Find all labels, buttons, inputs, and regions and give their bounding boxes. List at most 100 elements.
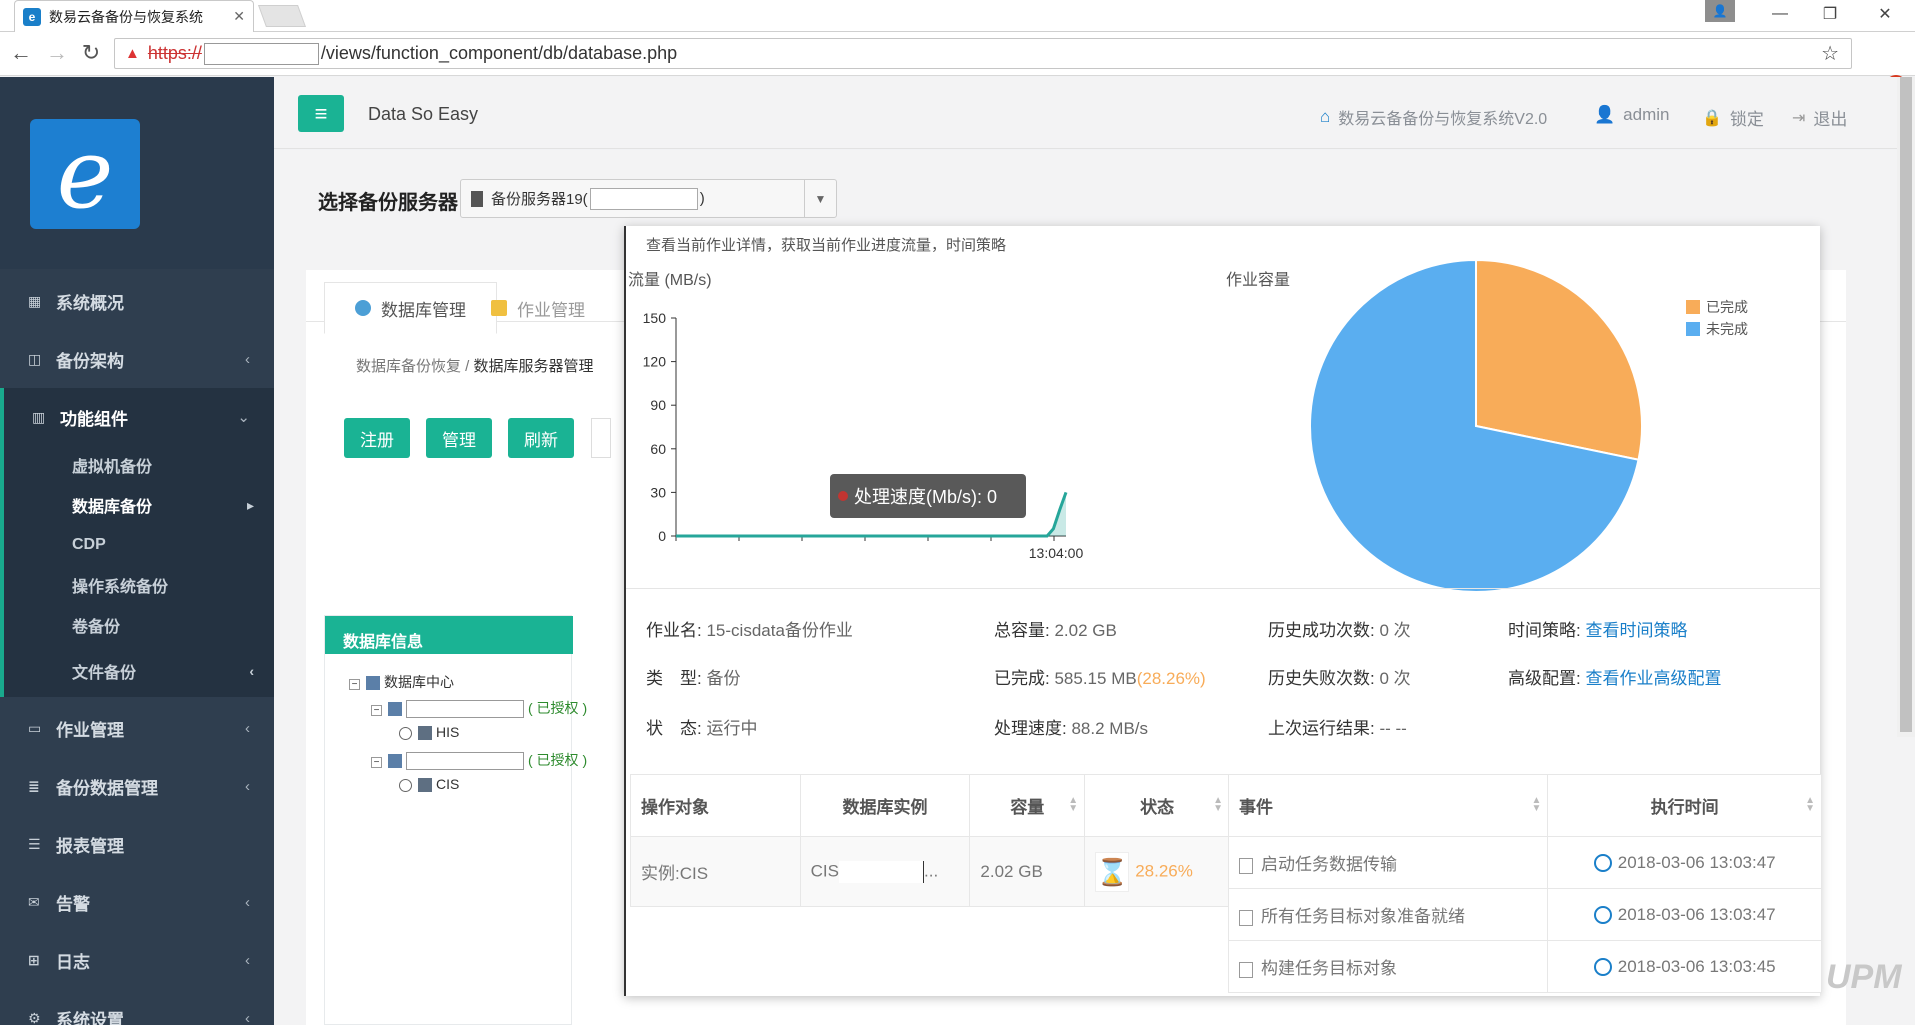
sidebar-item-jobs[interactable]: ▭ 作业管理 ‹	[0, 699, 274, 757]
server-node-icon	[388, 702, 402, 717]
legend-item-undone[interactable]: 未完成	[1686, 318, 1748, 340]
breadcrumb-parent[interactable]: 数据库备份恢复 /	[356, 358, 469, 375]
refresh-button[interactable]: 刷新	[508, 418, 574, 458]
table-icon: ⊞	[28, 951, 40, 968]
legend-item-done[interactable]: 已完成	[1686, 296, 1748, 318]
instance-radio[interactable]	[399, 778, 412, 792]
sort-icon[interactable]: ▲ ▼	[1068, 796, 1078, 814]
browser-user-icon[interactable]: 👤	[1705, 0, 1735, 22]
instance-radio[interactable]	[399, 726, 412, 740]
restore-icon[interactable]: ❐	[1810, 0, 1850, 28]
forward-icon[interactable]: →	[44, 40, 70, 66]
sort-icon[interactable]: ▲ ▼	[1805, 796, 1815, 814]
sidebar-sub-db-backup[interactable]: 数据库备份 ▸	[0, 485, 274, 525]
job-speed: 处理速度: 88.2 MB/s	[994, 714, 1148, 739]
back-icon[interactable]: ←	[8, 40, 34, 66]
sidebar-item-label: 系统概况	[56, 293, 124, 313]
tree-node-server[interactable]: − ( 已授权 )	[349, 750, 587, 776]
menu-toggle-button[interactable]: ≡	[298, 95, 344, 132]
y-tick-label: 90	[650, 397, 666, 413]
tab-title: 数易云备备份与恢复系统	[49, 8, 203, 25]
sidebar-item-logs[interactable]: ⊞ 日志 ‹	[0, 931, 274, 989]
server-select[interactable]: 备份服务器19( ) ▼	[460, 179, 837, 218]
instance-name: CIS	[810, 860, 839, 880]
tab-close-icon[interactable]: ✕	[233, 8, 245, 25]
collapse-icon[interactable]: −	[349, 679, 360, 690]
col-header[interactable]: 事件 ▲ ▼	[1227, 774, 1549, 837]
tab-job-manage[interactable]: 作业管理	[461, 282, 615, 334]
advanced-config-link[interactable]: 查看作业高级配置	[1585, 669, 1721, 688]
col-header[interactable]: 数据库实例	[799, 774, 971, 837]
chart-tooltip: 处理速度(Mb/s): 0	[830, 474, 1026, 518]
logout-link[interactable]: ⇥ 退出	[1792, 105, 1847, 130]
grid-icon: ▦	[28, 292, 42, 309]
sort-icon[interactable]: ▲ ▼	[1213, 796, 1223, 814]
sidebar-item-backup-data[interactable]: ≣ 备份数据管理 ‹	[0, 757, 274, 815]
system-link[interactable]: ⌂ 数易云备备份与恢复系统V2.0	[1320, 105, 1547, 129]
url-field[interactable]: ▲ https:// /views/function_component/db/…	[114, 38, 1852, 69]
col-header[interactable]: 操作对象	[630, 774, 801, 837]
tree-root[interactable]: − 数据库中心	[349, 672, 587, 698]
col-header[interactable]: 状态 ▲ ▼	[1084, 774, 1230, 837]
collapse-icon[interactable]: −	[371, 757, 382, 768]
dropdown-arrow-icon[interactable]: ▼	[804, 180, 836, 217]
col-header[interactable]: 执行时间 ▲ ▼	[1547, 774, 1822, 837]
sidebar-item-settings[interactable]: ⚙ 系统设置 ‹	[0, 989, 274, 1025]
status-percent: 28.26%	[1135, 860, 1193, 880]
job-detail-popup: 查看当前作业详情，获取当前作业进度流量，时间策略 流量 (MB/s) 作业容量 …	[624, 226, 1822, 996]
browser-tab[interactable]: e 数易云备备份与恢复系统 ✕	[14, 0, 254, 32]
minimize-icon[interactable]: —	[1760, 0, 1800, 28]
cell-size: 2.02 GB	[969, 836, 1086, 907]
user-link[interactable]: 👤 admin	[1594, 105, 1669, 125]
new-tab-button[interactable]	[257, 5, 307, 27]
col-header-label: 状态	[1140, 798, 1175, 817]
chevron-left-icon: ‹	[245, 1009, 250, 1025]
lock-link[interactable]: 🔒 锁定	[1702, 105, 1764, 130]
manage-button[interactable]: 管理	[426, 418, 492, 458]
tree-node-instance[interactable]: HIS	[349, 724, 587, 750]
sidebar-sub-file-backup[interactable]: 文件备份 ‹	[0, 645, 274, 697]
table-row[interactable]: 实例:CIS CIS... 2.02 GB ⌛ 28.26%	[630, 836, 1230, 907]
sidebar-item-components[interactable]: ▥ 功能组件 ⌄	[0, 388, 274, 446]
register-button[interactable]: 注册	[344, 418, 410, 458]
time-label: 2018-03-06 13:03:45	[1617, 956, 1776, 976]
instance-label: HIS	[436, 724, 460, 740]
pie-slice-0[interactable]	[1475, 258, 1643, 461]
table-row[interactable]: 所有任务目标对象准备就绪 2018-03-06 13:03:47	[1227, 888, 1822, 941]
sort-icon[interactable]: ▲ ▼	[1531, 796, 1541, 814]
instance-icon	[418, 778, 432, 793]
sidebar-item-reports[interactable]: ☰ 报表管理	[0, 815, 274, 873]
close-window-icon[interactable]: ✕	[1865, 0, 1905, 28]
sidebar-item-overview[interactable]: ▦ 系统概况	[0, 272, 274, 330]
col-header-label: 容量	[1010, 798, 1045, 817]
col-header[interactable]: 容量 ▲ ▼	[969, 774, 1086, 837]
tree-node-server[interactable]: − ( 已授权 )	[349, 698, 587, 724]
col-header-label: 操作对象	[641, 798, 709, 817]
collapse-icon[interactable]: −	[371, 705, 382, 716]
table-row[interactable]: 启动任务数据传输 2018-03-06 13:03:47	[1227, 836, 1822, 889]
sidebar-item-alerts[interactable]: ✉ 告警 ‹	[0, 873, 274, 931]
job-time-policy: 时间策略: 查看时间策略	[1508, 616, 1687, 641]
reload-icon[interactable]: ↻	[78, 40, 104, 66]
logo: e	[30, 119, 140, 229]
sidebar-sub-cdp[interactable]: CDP	[0, 525, 274, 565]
event-table: 事件 ▲ ▼ 执行时间 ▲ ▼ 启动任务数据传输 2018-03-06 13:03:47…	[1227, 774, 1822, 993]
toolbar-button-partial[interactable]	[591, 418, 611, 458]
time-policy-link[interactable]: 查看时间策略	[1585, 621, 1687, 640]
y-tick-label: 150	[643, 310, 667, 326]
info-key: 时间策略:	[1508, 621, 1581, 640]
sidebar-item-architecture[interactable]: ◫ 备份架构 ‹	[0, 330, 274, 388]
event-label: 所有任务目标对象准备就绪	[1261, 907, 1465, 926]
chart-icon: ▥	[32, 408, 46, 425]
table-row[interactable]: 构建任务目标对象 2018-03-06 13:03:45	[1227, 940, 1822, 993]
tree-node-instance[interactable]: CIS	[349, 776, 587, 802]
bookmark-star-icon[interactable]: ☆	[1821, 41, 1839, 66]
page-scrollbar[interactable]	[1897, 77, 1915, 737]
job-type: 类 型: 备份	[646, 664, 740, 689]
sidebar-sub-vm-backup[interactable]: 虚拟机备份	[0, 445, 274, 485]
info-value: 585.15 MB	[1054, 669, 1137, 688]
sidebar-sub-os-backup[interactable]: 操作系统备份	[0, 565, 274, 605]
sidebar-sub-volume-backup[interactable]: 卷备份	[0, 605, 274, 645]
scrollbar-thumb[interactable]	[1900, 77, 1912, 732]
monitor-icon: ▭	[28, 719, 42, 736]
